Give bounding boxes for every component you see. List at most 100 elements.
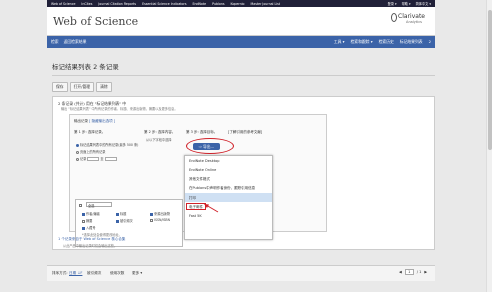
step3-label: 第 3 步: 选择目标。: [186, 130, 218, 134]
menu-item-other-formats[interactable]: 其他文件格式: [185, 174, 272, 183]
field-accession-label: 入藏号: [86, 226, 96, 230]
field-accession[interactable]: 入藏号: [82, 225, 96, 230]
radio-page-records[interactable]: [76, 150, 79, 154]
radio-all-records[interactable]: [76, 143, 79, 147]
option-page-label: 页面上的所有记录: [80, 150, 106, 154]
footer-source-link[interactable]: 1 个记录来自于 Web of Science 核心合集: [58, 237, 125, 242]
range-to-input[interactable]: [104, 157, 117, 161]
checkbox-issn[interactable]: [150, 218, 153, 222]
scrollbar[interactable]: [486, 0, 492, 292]
topbar-link[interactable]: Essential Science Indicators: [142, 2, 186, 6]
topbar-link[interactable]: Publons: [212, 2, 224, 6]
step1-label: 第 1 步: 选择记录。: [74, 130, 106, 134]
option-record-range[interactable]: 记录 至: [76, 156, 118, 161]
sort-label: 排序方式:: [52, 271, 68, 275]
option-all-records[interactable]: 标记结果列表中的所有记录(最多 500 条): [76, 142, 138, 147]
bottom-bar: 排序方式: 日期 ↓F 被引频次 使用次数 更多 ▾ ◀ 1 / 1 ▶: [47, 265, 435, 281]
nav-tools[interactable]: 工具 ▾: [334, 39, 345, 45]
nav-search-alerts[interactable]: 检索和跟踪 ▾: [351, 39, 373, 45]
step2-description: 从以下字段中选择: [146, 138, 172, 142]
step2-label: 第 2 步: 选择内容。: [144, 130, 176, 134]
field-title[interactable]: 标题: [116, 211, 126, 216]
output-records-label: 输出记录 [ 隐藏输出选项 ]: [74, 119, 115, 124]
output-label: 输出记录: [74, 119, 88, 123]
clear-button[interactable]: 清除: [96, 82, 112, 93]
option-records-label: 记录: [80, 157, 87, 161]
sort-times-cited[interactable]: 被引频次: [87, 271, 101, 276]
export-menu: EndNote Desktop EndNote Online 其他文件格式 在P…: [184, 155, 273, 240]
topbar-link[interactable]: EndNote: [192, 2, 206, 6]
sort-usage[interactable]: 使用次数: [110, 271, 124, 276]
topbar-link[interactable]: Master Journal List: [251, 2, 281, 6]
select-all-checkbox[interactable]: [79, 203, 82, 207]
field-authors[interactable]: 作者/编者: [82, 211, 100, 216]
field-abstract[interactable]: 摘要: [82, 218, 92, 223]
panel-description: 输出 "标记结果列表" 中所有记录的作者、标题、来源出版物，摘要以及更多信息。: [61, 107, 178, 111]
checkbox-source[interactable]: [150, 212, 153, 216]
annotation-arrow-icon: [204, 204, 219, 213]
menu-item-endnote-online[interactable]: EndNote Online: [185, 165, 272, 174]
pagination: ◀ 1 / 1 ▶: [399, 269, 427, 275]
nav-search[interactable]: 检索: [51, 39, 59, 45]
field-times-cited-label: 被引频次: [120, 219, 133, 223]
checkbox-title[interactable]: [116, 212, 119, 216]
topbar-link[interactable]: Kopernio: [231, 2, 245, 6]
nav-marked-list[interactable]: 标记结果列表: [400, 39, 423, 45]
scrollbar-thumb[interactable]: [488, 10, 492, 150]
field-authors-label: 作者/编者: [86, 212, 100, 216]
option-page-records[interactable]: 页面上的所有记录: [76, 149, 106, 154]
export-label: 导出...: [202, 143, 215, 149]
content-select[interactable]: 全选: [86, 202, 112, 208]
web-of-science-logo[interactable]: Web of Science: [53, 15, 138, 28]
language-menu[interactable]: 简体中文 ▾: [416, 1, 431, 6]
cited-refs-link[interactable]: [了解引用的参考文献]: [228, 130, 262, 135]
field-source[interactable]: 来源出版物: [150, 211, 170, 216]
list-toolbar: 保存 打开/管理 清除: [52, 82, 112, 93]
export-button[interactable]: ⇨ 导出...: [193, 143, 220, 150]
footer-link-text[interactable]: 1 个记录来自于 Web of Science 核心合集: [58, 237, 125, 241]
login-menu[interactable]: 登录 ▾: [388, 1, 397, 6]
checkbox-accession[interactable]: [82, 226, 85, 230]
sort-date[interactable]: 日期 ↓F: [69, 271, 82, 276]
export-icon: ⇨: [198, 144, 202, 149]
top-bar: Web of Science InCites Journal Citation …: [47, 0, 435, 7]
save-button[interactable]: 保存: [52, 82, 68, 93]
menu-item-print[interactable]: 打印: [185, 192, 272, 202]
range-to-label: 至: [100, 157, 104, 161]
topbar-link[interactable]: InCites: [81, 2, 92, 6]
main-nav: 检索 返回检索结果 工具 ▾ 检索和跟踪 ▾ 检索历史 标记结果列表 2: [47, 36, 435, 48]
clarivate-logo: Clarivate Analytics: [391, 13, 425, 24]
divider: [52, 75, 435, 76]
sort-more[interactable]: 更多 ▾: [132, 271, 142, 276]
clarivate-mark-icon: [391, 13, 398, 22]
page-total: / 1: [416, 270, 422, 274]
topbar-link[interactable]: Journal Citation Reports: [98, 2, 136, 6]
nav-back-to-results[interactable]: 返回检索结果: [64, 39, 87, 45]
menu-item-publons[interactable]: 在Publons中声明作者身份，跟踪引用信息: [185, 184, 272, 193]
page-input[interactable]: 1: [404, 269, 414, 275]
checkbox-authors[interactable]: [82, 212, 85, 216]
prev-page-icon[interactable]: ◀: [399, 270, 402, 274]
checkbox-times-cited[interactable]: [116, 219, 119, 223]
menu-item-endnote-desktop[interactable]: EndNote Desktop: [185, 156, 272, 165]
marked-count: 2: [428, 39, 431, 44]
nav-search-history[interactable]: 检索历史: [379, 39, 394, 45]
next-page-icon[interactable]: ▶: [424, 270, 427, 274]
field-issn-label: ISSN/ISBN: [154, 218, 170, 222]
help-menu[interactable]: 帮助 ▾: [402, 1, 411, 6]
checkbox-abstract[interactable]: [82, 219, 85, 223]
radio-record-range[interactable]: [76, 157, 79, 161]
field-title-label: 标题: [120, 212, 127, 216]
field-source-label: 来源出版物: [154, 212, 170, 216]
page-title: 标记结果列表 2 条记录: [52, 63, 119, 71]
hide-options-link[interactable]: [ 隐藏输出选项 ]: [89, 119, 115, 123]
clarivate-name: Clarivate: [398, 13, 425, 20]
open-manage-button[interactable]: 打开/管理: [69, 82, 95, 93]
range-from-input[interactable]: [87, 157, 100, 161]
field-times-cited[interactable]: 被引频次: [116, 218, 133, 223]
select-all-row: [79, 203, 83, 207]
topbar-link[interactable]: Web of Science: [51, 2, 75, 6]
field-issn[interactable]: ISSN/ISBN: [150, 218, 170, 222]
clarivate-sub: Analytics: [406, 20, 422, 24]
menu-item-fast-5k[interactable]: Fast 5K: [185, 211, 272, 220]
